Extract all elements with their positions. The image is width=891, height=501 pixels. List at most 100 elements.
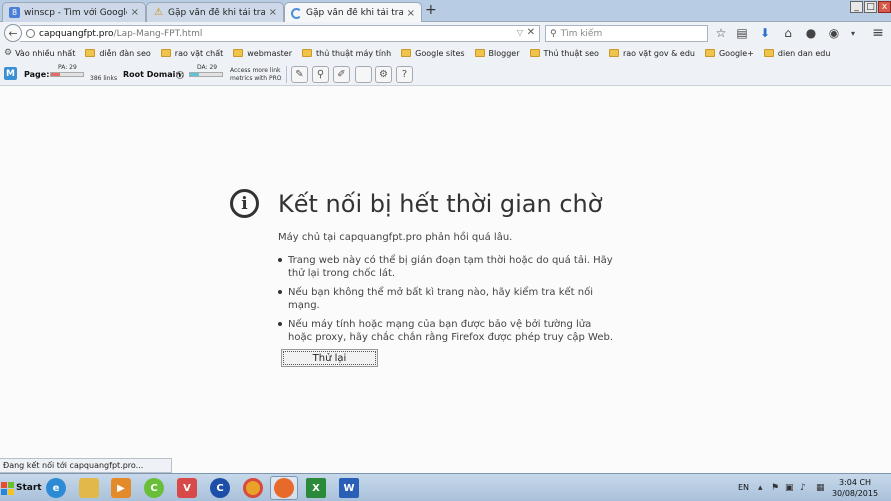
pocket-icon[interactable]: ◉	[826, 25, 842, 41]
gear-icon: ⚙	[4, 48, 13, 58]
taskbar-app[interactable]: C	[140, 476, 168, 500]
folder-icon	[529, 49, 540, 57]
bookmark-folder[interactable]: Google sites	[401, 49, 465, 58]
language-indicator[interactable]: EN	[738, 483, 749, 492]
folder-icon	[85, 49, 96, 57]
error-description: Máy chủ tại capquangfpt.pro phản hồi quá…	[278, 232, 513, 243]
minimize-button[interactable]: _	[850, 1, 863, 13]
bookmark-folder[interactable]: rao vặt gov & edu	[608, 49, 695, 58]
dropdown-icon[interactable]: ▽	[517, 28, 523, 37]
address-bar[interactable]: o capquangfpt.pro/Lap-Mang-FPT.html ▽ ✕	[20, 25, 540, 42]
moz-logo-icon[interactable]: M	[4, 67, 17, 80]
close-window-button[interactable]: x	[878, 1, 891, 13]
folder-icon	[474, 49, 485, 57]
taskbar-ie[interactable]: e	[42, 476, 70, 500]
clock-date: 30/08/2015	[831, 489, 879, 498]
chevron-down-icon[interactable]: ▾	[845, 25, 861, 41]
download-icon[interactable]: ⬇	[757, 25, 773, 41]
bookmark-star-icon[interactable]: ☆	[713, 25, 729, 41]
bookmark-folder[interactable]: diễn đàn seo	[85, 49, 151, 58]
folder-icon	[763, 49, 774, 57]
start-label: Start	[16, 483, 42, 493]
highlight-icon[interactable]: ✐	[333, 66, 350, 83]
close-icon[interactable]: ×	[407, 8, 415, 19]
folder-icon	[79, 478, 99, 498]
folder-icon	[233, 49, 244, 57]
reading-list-icon[interactable]: ▤	[734, 25, 750, 41]
close-icon[interactable]: ×	[269, 7, 277, 18]
bookmark-folder[interactable]: Blogger	[474, 49, 520, 58]
domain-authority-fill	[190, 73, 200, 76]
taskbar-firefox[interactable]	[270, 476, 298, 500]
taskbar-excel[interactable]: X	[302, 476, 330, 500]
error-title: Kết nối bị hết thời gian chờ	[278, 190, 603, 218]
globe-icon: o	[26, 29, 35, 38]
chevron-down-icon[interactable]: v	[176, 71, 184, 79]
mozbar: M Page: PA: 29 386 links Root Domain: v …	[0, 62, 891, 86]
search-icon[interactable]: ⚲	[312, 66, 329, 83]
taskbar-media[interactable]: ▶	[107, 476, 135, 500]
search-input[interactable]: ⚲ Tìm kiếm	[545, 25, 708, 42]
links-count: 386 links	[90, 75, 118, 82]
word-icon: W	[339, 478, 359, 498]
bookmark-folder[interactable]: thủ thuật máy tính	[302, 49, 391, 58]
gear-icon[interactable]: ⚙	[375, 66, 392, 83]
tab-label: Gặp vấn đề khi tải trang	[168, 7, 265, 18]
volume-icon[interactable]: ♪	[800, 483, 806, 493]
folder-icon	[302, 49, 312, 57]
taskbar-word[interactable]: W	[335, 476, 363, 500]
pro-line-2[interactable]: metrics with PRO	[230, 75, 282, 82]
blank-tool-icon[interactable]	[355, 66, 372, 83]
suggestion-item: Nếu bạn không thể mở bất kì trang nào, h…	[278, 286, 618, 312]
folder-icon	[160, 49, 171, 57]
folder-icon	[401, 49, 412, 57]
domain-authority-bar	[189, 72, 223, 77]
bookmark-folder[interactable]: Thủ thuật seo	[529, 49, 599, 58]
maximize-button[interactable]: □	[864, 1, 877, 13]
taskbar-chrome[interactable]	[239, 476, 267, 500]
url-path: /Lap-Mang-FPT.html	[113, 28, 203, 39]
close-icon[interactable]: ×	[131, 7, 139, 18]
bookmark-folder[interactable]: webmaster	[233, 49, 292, 58]
taskbar-app[interactable]: C	[206, 476, 234, 500]
new-tab-icon[interactable]: +	[425, 2, 437, 18]
error-suggestions: Trang web này có thể bị gián đoạn tạm th…	[278, 254, 618, 350]
bookmark-most-visited[interactable]: ⚙ Vào nhiều nhất	[4, 48, 75, 58]
bookmark-folder[interactable]: dien dan edu	[763, 49, 830, 58]
stop-icon[interactable]: ✕	[527, 27, 535, 38]
cc-icon: C	[210, 478, 230, 498]
clock[interactable]: 3:04 CH 30/08/2015	[831, 477, 879, 499]
start-button[interactable]: Start	[1, 477, 42, 499]
search-placeholder: Tìm kiếm	[560, 28, 603, 39]
domain-authority: DA: 29	[197, 64, 218, 71]
pro-line-1[interactable]: Access more link	[230, 67, 281, 74]
excel-icon: X	[306, 478, 326, 498]
tab-google-search[interactable]: 8 winscp - Tìm với Google ×	[2, 2, 146, 22]
tab-strip: 8 winscp - Tìm với Google × ⚠ Gặp vấn đề…	[0, 0, 891, 23]
tray-app-icon[interactable]: ▣	[785, 483, 794, 493]
taskbar-app[interactable]: V	[173, 476, 201, 500]
back-button[interactable]: ←	[4, 24, 22, 42]
warning-icon: ⚠	[154, 7, 163, 18]
firefox-icon	[274, 478, 294, 498]
url-host: capquangfpt.pro	[39, 28, 114, 39]
bookmark-folder[interactable]: rao vặt chất	[160, 49, 223, 58]
taskbar-explorer[interactable]	[75, 476, 103, 500]
page-authority-bar	[50, 72, 84, 77]
status-bar: Đang kết nối tới capquangfpt.pro...	[0, 458, 172, 473]
try-again-button[interactable]: Thử lại	[281, 349, 378, 367]
tab-problem-loading[interactable]: ⚠ Gặp vấn đề khi tải trang ×	[146, 2, 284, 22]
wrench-icon[interactable]: ✎	[291, 66, 308, 83]
home-icon[interactable]: ⌂	[780, 25, 796, 41]
bookmark-folder[interactable]: Google+	[704, 49, 754, 58]
chat-icon[interactable]: ●	[803, 25, 819, 41]
tab-active-problem-loading[interactable]: Gặp vấn đề khi tải trang ×	[284, 2, 422, 23]
tray-app-icon[interactable]: ⚑	[771, 483, 779, 493]
chevron-up-icon[interactable]: ▴	[758, 483, 763, 493]
bookmarks-bar: ⚙ Vào nhiều nhất diễn đàn seo rao vặt chấ…	[0, 44, 891, 62]
network-icon[interactable]: ▦	[816, 483, 825, 493]
menu-icon[interactable]: ≡	[870, 25, 886, 41]
clock-time: 3:04 CH	[838, 478, 872, 487]
help-icon[interactable]: ?	[396, 66, 413, 83]
internet-explorer-icon: e	[46, 478, 66, 498]
